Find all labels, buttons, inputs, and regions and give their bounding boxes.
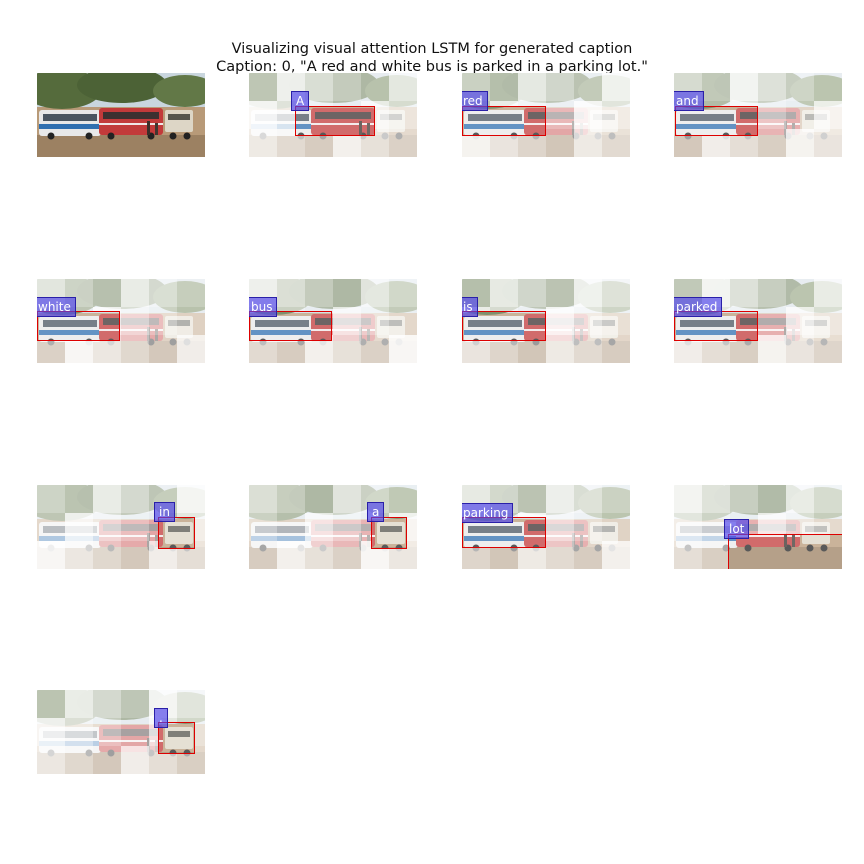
- bus-photo: [37, 73, 205, 157]
- attention-panel: A: [249, 73, 417, 157]
- word-tag: parked: [674, 297, 723, 317]
- attention-heatmap: [674, 73, 842, 157]
- attention-heatmap: [249, 279, 417, 363]
- word-tag: lot: [724, 519, 750, 539]
- word-tag: red: [462, 91, 488, 111]
- figure-title: Visualizing visual attention LSTM for ge…: [231, 41, 633, 57]
- attention-heatmap: [674, 485, 842, 569]
- attention-panel: white: [37, 279, 205, 363]
- attention-heatmap: [37, 485, 205, 569]
- attention-panel: parking: [462, 485, 630, 569]
- word-tag: white: [37, 297, 76, 317]
- word-tag: parking: [462, 503, 514, 523]
- word-tag: .: [154, 708, 168, 728]
- word-tag: in: [154, 502, 175, 522]
- original-image-panel: [37, 73, 205, 157]
- word-tag: a: [367, 502, 385, 522]
- attention-panel: .: [37, 690, 205, 774]
- attention-panel: red: [462, 73, 630, 157]
- attention-panel: lot: [674, 485, 842, 569]
- attention-heatmap: [37, 690, 205, 774]
- word-tag: bus: [249, 297, 278, 317]
- attention-panel: and: [674, 73, 842, 157]
- word-tag: A: [291, 91, 310, 111]
- attention-heatmap: [249, 485, 417, 569]
- attention-panel: is: [462, 279, 630, 363]
- attention-heatmap: [37, 279, 205, 363]
- figure: Visualizing visual attention LSTM for ge…: [0, 0, 864, 864]
- attention-panel: parked: [674, 279, 842, 363]
- attention-heatmap: [462, 73, 630, 157]
- word-tag: is: [462, 297, 478, 317]
- attention-heatmap: [674, 279, 842, 363]
- attention-panel: in: [37, 485, 205, 569]
- attention-heatmap: [249, 73, 417, 157]
- attention-panel: bus: [249, 279, 417, 363]
- attention-panel: a: [249, 485, 417, 569]
- attention-heatmap: [462, 485, 630, 569]
- attention-heatmap: [462, 279, 630, 363]
- word-tag: and: [674, 91, 704, 111]
